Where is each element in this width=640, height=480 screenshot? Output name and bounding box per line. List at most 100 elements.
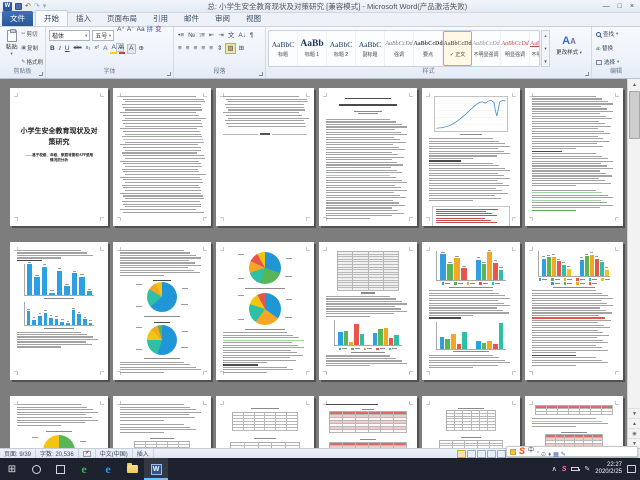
paragraph-format-5-icon[interactable]: ⇕ xyxy=(216,43,223,54)
scroll-up-icon[interactable]: ▲ xyxy=(628,79,640,90)
paragraph-tool-1-icon[interactable]: № xyxy=(187,30,196,41)
maximize-button[interactable]: □ xyxy=(618,3,622,10)
page-9-piecharts[interactable] xyxy=(216,242,314,380)
page-3-toc-end[interactable] xyxy=(216,88,314,226)
font-format-8-icon[interactable]: A xyxy=(119,43,125,54)
tray-expand-icon[interactable]: ∧ xyxy=(552,465,557,473)
sogou-logo-icon[interactable]: S xyxy=(519,447,525,456)
draft-view-icon[interactable] xyxy=(497,450,506,458)
style-item-6[interactable]: AaBbCcDd要点 xyxy=(414,31,443,66)
font-format-9-icon[interactable]: A xyxy=(127,44,135,54)
format-painter-button[interactable]: ✎格式刷 xyxy=(21,58,43,66)
font-format-4-icon[interactable]: x₂ xyxy=(85,43,92,54)
replace-button[interactable]: ab替换 xyxy=(596,44,637,52)
undo-icon[interactable]: ↶ xyxy=(25,2,31,11)
font-format-10-icon[interactable]: ⊕ xyxy=(138,43,145,54)
outline-view-icon[interactable] xyxy=(487,450,496,458)
page-2-toc[interactable] xyxy=(113,88,211,226)
sogou-mode-toggle[interactable]: 中 xyxy=(528,447,534,456)
paragraph-tool-0-icon[interactable]: •≡ xyxy=(177,30,185,41)
paragraph-tool-5-icon[interactable]: 文 xyxy=(227,30,236,41)
page-13-pie[interactable] xyxy=(10,396,108,448)
edge-icon[interactable]: e xyxy=(96,458,120,480)
save-icon[interactable] xyxy=(15,3,22,10)
scroll-down-icon[interactable]: ▼ xyxy=(628,408,640,418)
language-indicator[interactable]: 中文(中国) xyxy=(96,449,133,458)
paragraph-tool-7-icon[interactable]: ¶ xyxy=(249,30,255,41)
font-tool-1-icon[interactable]: A⁻ xyxy=(126,26,136,33)
font-format-1-icon[interactable]: I xyxy=(58,43,62,54)
style-item-5[interactable]: AaBbCcDd强调 xyxy=(385,31,414,66)
paragraph-format-3-icon[interactable]: ≡ xyxy=(200,43,206,54)
font-format-2-icon[interactable]: U xyxy=(64,43,71,54)
sogou-tray-icon[interactable]: S xyxy=(562,466,567,473)
find-button[interactable]: 查找▾ xyxy=(596,30,637,38)
page-12-bars-text[interactable] xyxy=(525,242,623,380)
print-layout-view-icon[interactable] xyxy=(457,450,466,458)
sogou-tool-4-icon[interactable]: ✎ xyxy=(561,452,566,458)
tab-mailings[interactable]: 邮件 xyxy=(176,11,207,26)
previous-page-icon[interactable]: ▲ xyxy=(628,418,640,428)
styles-dialog-launcher-icon[interactable] xyxy=(585,72,589,76)
tab-review[interactable]: 审阅 xyxy=(207,11,238,26)
paste-button[interactable]: 粘贴 ▾ xyxy=(2,29,21,67)
font-format-7-icon[interactable]: A xyxy=(110,43,116,54)
paragraph-tool-3-icon[interactable]: ⇤ xyxy=(208,30,215,41)
tab-view[interactable]: 视图 xyxy=(238,11,269,26)
font-format-5-icon[interactable]: x² xyxy=(94,43,101,54)
styles-gallery-scroll[interactable]: ▴▾▼ xyxy=(541,30,550,67)
change-styles-button[interactable]: AA 更改样式 ▾ xyxy=(552,31,586,67)
proofing-status[interactable] xyxy=(79,449,96,458)
font-tool-4-icon[interactable]: 变 xyxy=(154,26,163,33)
close-button[interactable]: × xyxy=(630,3,634,10)
web-layout-view-icon[interactable] xyxy=(477,450,486,458)
tab-insert[interactable]: 插入 xyxy=(68,11,99,26)
paragraph-format-0-icon[interactable]: ≡ xyxy=(177,43,183,54)
copy-button[interactable]: ▣复制 xyxy=(21,44,43,52)
vertical-scrollbar[interactable]: ▲ ▼ ▲ ◉ ▼ xyxy=(627,79,640,448)
paragraph-format-1-icon[interactable]: ≡ xyxy=(185,43,191,54)
font-format-6-icon[interactable]: A xyxy=(102,43,108,54)
file-explorer-icon[interactable] xyxy=(120,458,144,480)
insert-mode[interactable]: 插入 xyxy=(133,449,154,458)
style-item-4[interactable]: AaBbC副标题 xyxy=(356,31,385,66)
style-item-9[interactable]: AaBbCcDd明显强调 xyxy=(501,31,530,66)
minimize-button[interactable]: — xyxy=(603,3,610,10)
paragraph-format-7-icon[interactable]: ⊞ xyxy=(238,43,245,54)
word-taskbar-icon[interactable]: W xyxy=(144,458,168,480)
taskbar-clock[interactable]: 22:27 2020/2/25 xyxy=(595,462,622,476)
paragraph-dialog-launcher-icon[interactable] xyxy=(259,72,263,76)
start-button[interactable]: ⊞ xyxy=(0,458,24,480)
page-15-tables[interactable] xyxy=(216,396,314,448)
font-size-select[interactable]: 五号▾ xyxy=(92,30,114,41)
font-format-3-icon[interactable]: abc xyxy=(73,43,83,54)
sogou-tool-3-icon[interactable]: ▦ xyxy=(553,452,559,458)
battery-icon[interactable] xyxy=(571,467,579,471)
font-tool-0-icon[interactable]: A⁺ xyxy=(116,26,126,33)
page-indicator[interactable]: 页面: 9/39 xyxy=(0,449,36,458)
font-tool-2-icon[interactable]: Aa xyxy=(136,26,146,33)
word-logo-icon[interactable]: W xyxy=(3,2,12,11)
scrollbar-thumb[interactable] xyxy=(629,91,640,139)
sogou-tool-1-icon[interactable]: ⊙ xyxy=(541,452,546,458)
sogou-tool-2-icon[interactable]: ♦ xyxy=(548,452,551,458)
style-item-2[interactable]: AaBb标题 1 xyxy=(298,31,327,66)
task-view-button[interactable] xyxy=(48,458,72,480)
sogou-skin-icon[interactable] xyxy=(510,449,516,455)
cut-button[interactable]: ✂剪切 xyxy=(21,30,43,38)
browser-green-icon[interactable]: e xyxy=(72,458,96,480)
paragraph-format-6-icon[interactable]: ▨ xyxy=(225,43,235,54)
action-center-icon[interactable] xyxy=(627,465,636,473)
page-14-table[interactable] xyxy=(113,396,211,448)
style-item-10[interactable]: AaBbCcDd不明显参考 xyxy=(530,31,540,66)
style-item-8[interactable]: AaBbCcDd不明显强调 xyxy=(472,31,501,66)
page-8-piecharts[interactable] xyxy=(113,242,211,380)
page-7-barcharts[interactable] xyxy=(10,242,108,380)
page-18-red-table[interactable] xyxy=(525,396,623,448)
style-item-1[interactable]: AaBbC标题 xyxy=(269,31,298,66)
page-1-cover[interactable]: 小学生安全教育现状及对策研究——基于校级、年级、家庭背景和APP使用情况的分析 xyxy=(10,88,108,226)
paragraph-tool-4-icon[interactable]: ⇥ xyxy=(217,30,224,41)
word-count[interactable]: 字数: 20,536 xyxy=(36,449,79,458)
select-browse-object-icon[interactable]: ◉ xyxy=(628,428,640,438)
page-6-text[interactable] xyxy=(525,88,623,226)
